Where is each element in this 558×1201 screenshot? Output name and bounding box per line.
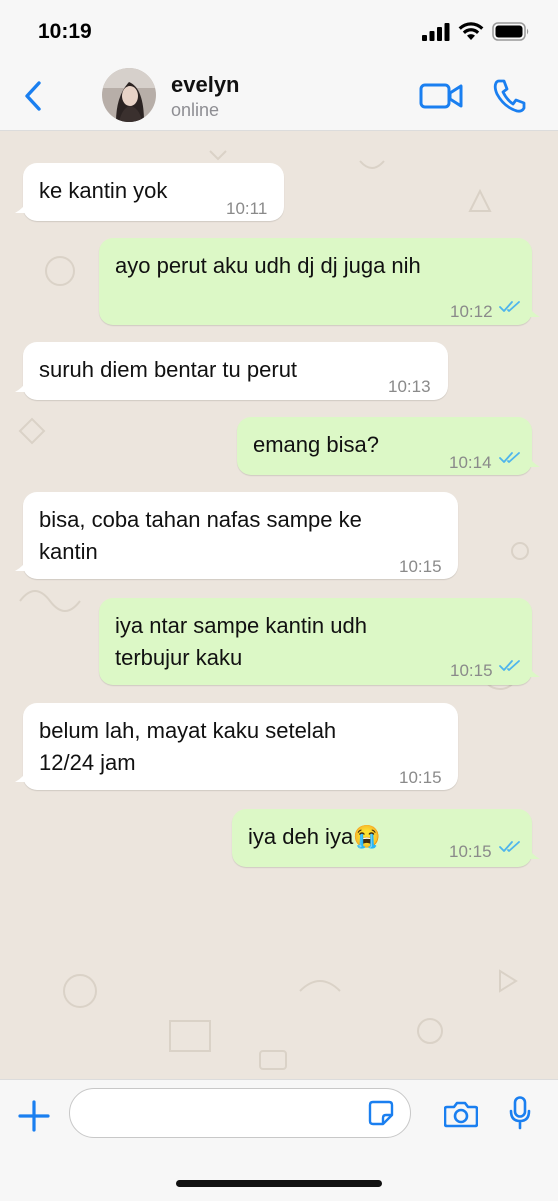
message-text: ayo perut aku udh dj dj juga nih bbox=[115, 253, 421, 278]
message-bubble-incoming[interactable]: bisa, coba tahan nafas sampe ke kantin 1… bbox=[15, 492, 458, 579]
bubble-tail bbox=[15, 557, 29, 571]
plus-icon[interactable] bbox=[18, 1100, 50, 1132]
status-icons bbox=[422, 22, 530, 41]
message-time: 10:11 bbox=[226, 199, 268, 218]
microphone-icon[interactable] bbox=[509, 1096, 531, 1130]
message-bubble-incoming[interactable]: suruh diem bentar tu perut 10:13 bbox=[15, 342, 448, 400]
chat-area[interactable]: ke kantin yok 10:11 ayo perut aku udh dj… bbox=[0, 131, 558, 1079]
status-bar: 10:19 bbox=[0, 0, 558, 60]
double-check-icon bbox=[499, 841, 520, 852]
message-time: 10:15 bbox=[450, 661, 493, 680]
camera-icon[interactable] bbox=[444, 1100, 478, 1128]
message-bubble-incoming[interactable]: ke kantin yok 10:11 bbox=[15, 163, 284, 221]
video-camera-icon[interactable] bbox=[419, 82, 463, 110]
double-check-icon bbox=[499, 452, 520, 463]
bubble-tail bbox=[526, 303, 540, 317]
message-text-line: kantin bbox=[39, 539, 98, 564]
message-time: 10:13 bbox=[388, 377, 431, 396]
contact-name[interactable]: evelyn bbox=[171, 72, 240, 98]
avatar-image bbox=[102, 68, 156, 122]
message-text-line: belum lah, mayat kaku setelah bbox=[39, 718, 337, 743]
message-text-line: 12/24 jam bbox=[39, 750, 136, 775]
message-bubble-incoming[interactable]: belum lah, mayat kaku setelah 12/24 jam … bbox=[15, 703, 458, 790]
contact-status: online bbox=[171, 100, 220, 120]
message-input-bar bbox=[0, 1079, 558, 1201]
message-text-line: iya ntar sampe kantin udh bbox=[115, 613, 367, 638]
message-time: 10:15 bbox=[399, 768, 442, 787]
message-time: 10:15 bbox=[399, 557, 442, 576]
chevron-left-icon[interactable] bbox=[22, 80, 44, 112]
message-text: emang bisa? bbox=[253, 432, 379, 457]
message-input[interactable] bbox=[86, 1089, 360, 1139]
phone-icon[interactable] bbox=[492, 78, 526, 114]
wifi-icon bbox=[458, 22, 484, 40]
double-check-icon bbox=[499, 301, 520, 312]
sticker-icon[interactable] bbox=[368, 1100, 394, 1126]
message-text-line: bisa, coba tahan nafas sampe ke bbox=[39, 507, 362, 532]
message-time: 10:15 bbox=[449, 842, 492, 861]
chat-header: evelyn online bbox=[0, 60, 558, 131]
message-input-field[interactable] bbox=[69, 1088, 411, 1139]
message-bubble-outgoing[interactable]: iya deh iya😭 10:15 bbox=[232, 809, 540, 867]
message-bubble-outgoing[interactable]: iya ntar sampe kantin udh terbujur kaku … bbox=[99, 598, 540, 685]
message-time: 10:14 bbox=[449, 453, 492, 472]
cellular-signal-icon bbox=[422, 22, 450, 41]
message-bubble-outgoing[interactable]: ayo perut aku udh dj dj juga nih 10:12 bbox=[99, 238, 540, 325]
avatar[interactable] bbox=[102, 68, 156, 122]
battery-icon bbox=[492, 22, 529, 41]
bubble-tail bbox=[526, 663, 540, 677]
message-text: iya deh iya😭 bbox=[248, 824, 381, 849]
bubble-tail bbox=[526, 453, 540, 467]
bubble-tail bbox=[15, 768, 29, 782]
message-time: 10:12 bbox=[450, 302, 493, 321]
message-text-line: terbujur kaku bbox=[115, 645, 243, 670]
message-text: suruh diem bentar tu perut bbox=[39, 357, 298, 382]
message-text: ke kantin yok bbox=[39, 178, 168, 203]
double-check-icon bbox=[499, 660, 520, 671]
bubble-tail bbox=[526, 845, 540, 859]
bubble-tail bbox=[15, 199, 29, 213]
status-time: 10:19 bbox=[38, 20, 92, 43]
bubble-tail bbox=[15, 378, 29, 392]
message-bubble-outgoing[interactable]: emang bisa? 10:14 bbox=[237, 417, 540, 475]
home-indicator[interactable] bbox=[176, 1180, 382, 1187]
